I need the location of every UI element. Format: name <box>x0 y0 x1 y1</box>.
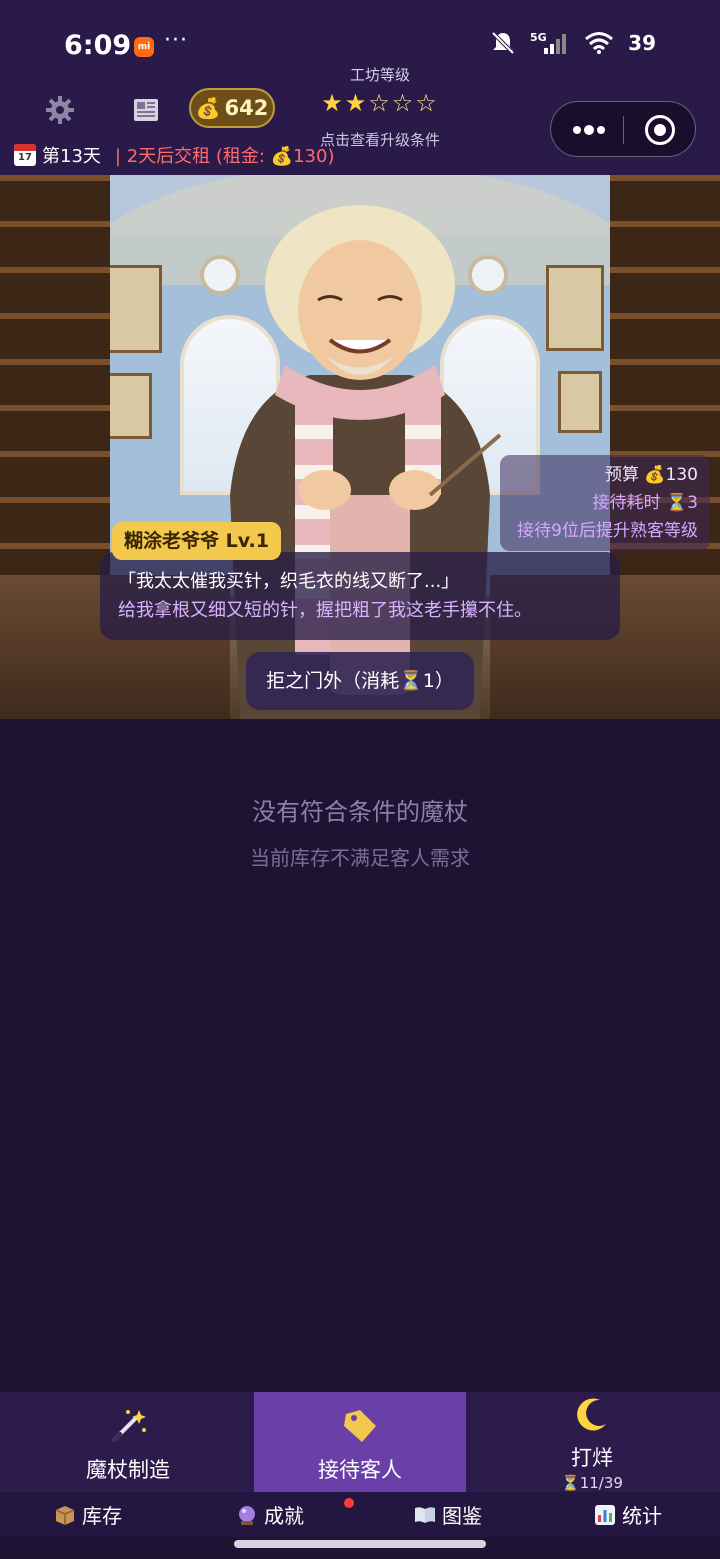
tab-wand-crafting[interactable]: 魔杖制造 <box>22 1392 234 1492</box>
coin-balance[interactable]: 💰 642 <box>189 88 275 128</box>
dialog-line-1: 「我太太催我买针，织毛衣的线又断了...」 <box>118 571 460 592</box>
day-row: 17 第13天 | 2天后交租 (租金: 💰130) <box>14 142 334 168</box>
more-icon[interactable] <box>569 115 609 145</box>
filled-stars: ★★ <box>321 89 369 117</box>
day-counter: 第13天 <box>42 146 101 167</box>
crystal-ball-icon <box>239 1505 255 1525</box>
customer-dialog: 「我太太催我买针，织毛衣的线又断了...」 给我拿根又细又短的针，握把粗了我这老… <box>100 552 620 640</box>
tab-time-remaining: ⏳11/39 <box>561 1474 623 1492</box>
box-icon <box>55 1505 75 1525</box>
magic-wand-icon <box>112 1410 146 1442</box>
gear-icon[interactable] <box>44 94 76 126</box>
rent-notice: | 2天后交租 (租金: 💰130) <box>114 146 335 167</box>
customer-info-card: 预算 💰130 接待耗时 ⏳3 接待9位后提升熟客等级 <box>500 455 710 551</box>
reject-customer-button[interactable]: 拒之门外（消耗⏳1） <box>246 652 474 710</box>
tab-label: 图鉴 <box>442 1504 482 1528</box>
mute-bell-icon <box>491 31 515 55</box>
svg-text:5G: 5G <box>530 31 547 44</box>
shop-scene: 预算 💰130 接待耗时 ⏳3 接待9位后提升熟客等级 「我太太催我买针，织毛衣… <box>0 175 720 719</box>
battery-level: 39 <box>628 31 656 55</box>
capsule-divider <box>623 116 624 144</box>
tab-label: 打烊 <box>571 1446 613 1470</box>
bar-chart-icon <box>595 1504 615 1525</box>
tab-label: 接待客人 <box>318 1458 402 1482</box>
money-bag-icon: 💰 <box>195 96 221 120</box>
empty-state-title: 没有符合条件的魔杖 <box>252 798 468 826</box>
wifi-icon <box>585 32 614 54</box>
tab-label: 统计 <box>622 1504 662 1528</box>
status-indicators: 5G 39 <box>490 30 656 56</box>
level-label: 工坊等级 <box>349 66 410 84</box>
close-miniprogram-icon[interactable] <box>645 115 675 145</box>
tab-label: 成就 <box>264 1504 304 1528</box>
promote-hint: 接待9位后提升熟客等级 <box>517 521 698 541</box>
status-more-icon: ··· <box>164 28 188 53</box>
dialog-line-2: 给我拿根又细又短的针，握把粗了我这老手攥不住。 <box>118 600 532 621</box>
tab-inventory[interactable]: 库存 <box>54 1492 122 1537</box>
miniprogram-capsule <box>550 101 696 157</box>
main-tab-bar: 魔杖制造 接待客人 打烊 ⏳11/39 <box>0 1392 720 1492</box>
tab-encyclopedia[interactable]: 图鉴 <box>414 1492 482 1537</box>
price-tag-icon <box>344 1410 376 1442</box>
secondary-tab-bar: 库存 成就 图鉴 统计 <box>0 1492 720 1537</box>
notification-dot <box>344 1498 354 1508</box>
service-time: 接待耗时 ⏳3 <box>592 493 698 513</box>
tab-achievements[interactable]: 成就 <box>236 1492 304 1537</box>
customer-portrait <box>230 205 502 719</box>
customer-budget: 预算 💰130 <box>604 465 698 485</box>
book-icon <box>415 1506 435 1523</box>
newspaper-icon[interactable] <box>132 96 160 124</box>
level-stars: ★★☆☆☆ <box>300 89 460 117</box>
calendar-icon: 17 <box>14 144 36 166</box>
scene-poster <box>106 373 152 439</box>
game-header: 💰 642 工坊等级 ★★☆☆☆ 点击查看升级条件 17 第13天 | 2天后交… <box>0 66 720 175</box>
tab-receive-customers[interactable]: 接待客人 <box>254 1392 466 1492</box>
mi-app-icon: mi <box>134 37 154 57</box>
tab-statistics[interactable]: 统计 <box>594 1492 662 1537</box>
scene-poster <box>104 265 162 353</box>
tab-label: 库存 <box>82 1504 122 1528</box>
home-indicator[interactable] <box>234 1540 486 1548</box>
moon-icon <box>577 1398 606 1431</box>
coin-value: 642 <box>224 96 269 120</box>
empty-state-subtitle: 当前库存不满足客人需求 <box>250 846 470 870</box>
status-time: 6:09 <box>64 30 132 61</box>
tab-close-shop[interactable]: 打烊 ⏳11/39 <box>486 1392 698 1492</box>
scene-poster <box>546 265 604 351</box>
tab-label: 魔杖制造 <box>86 1458 170 1482</box>
signal-5g-icon: 5G <box>530 31 567 54</box>
workshop-level[interactable]: 工坊等级 ★★☆☆☆ <box>300 64 460 117</box>
empty-stars: ☆☆☆ <box>368 89 439 117</box>
customer-name-tag: 糊涂老爷爷 Lv.1 <box>112 522 281 560</box>
scene-poster <box>558 371 602 433</box>
